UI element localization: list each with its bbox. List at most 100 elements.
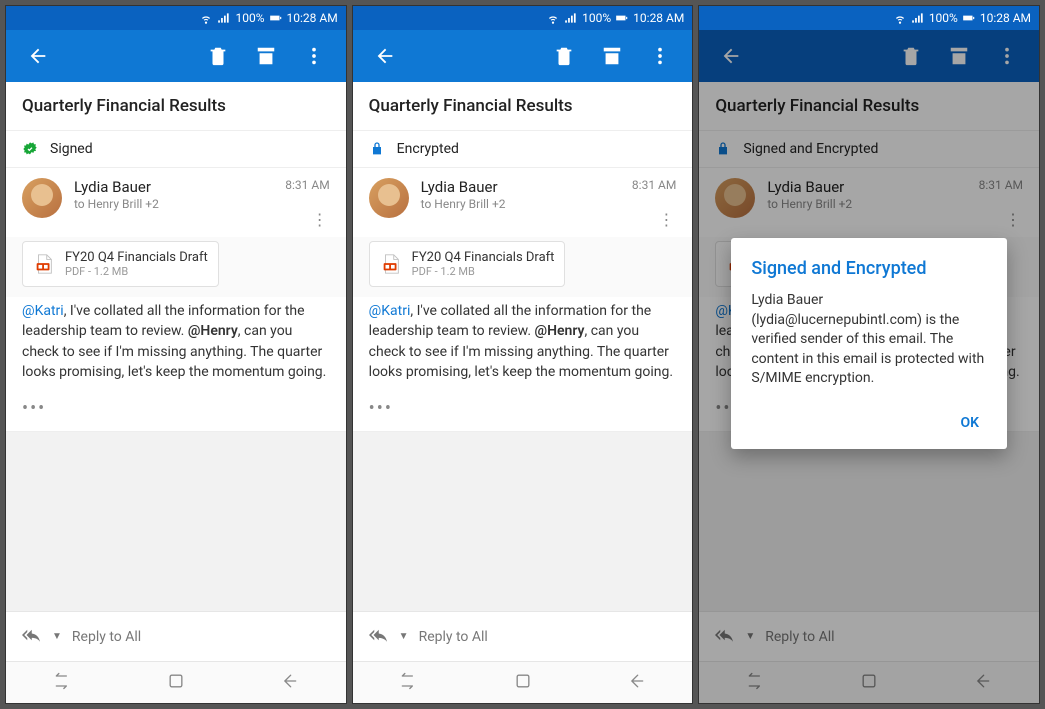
sender-row[interactable]: Lydia Bauer to Henry Brill +2 8:31 AM ⋮ (353, 168, 693, 237)
more-icon (649, 45, 671, 67)
delete-button[interactable] (544, 36, 584, 76)
status-bar: 100% 10:28 AM (353, 6, 693, 30)
nav-recents-button[interactable] (399, 671, 419, 695)
attachment-name: FY20 Q4 Financials Draft (412, 250, 555, 265)
back-icon (374, 45, 396, 67)
app-bar (6, 30, 346, 82)
security-status[interactable]: Encrypted (353, 131, 693, 168)
email-body: @Katri, I've collated all the informatio… (6, 297, 346, 394)
reply-bar[interactable]: ▼ Reply to All (353, 611, 693, 661)
nav-back-button[interactable] (626, 671, 646, 695)
battery-icon (962, 11, 976, 25)
clock-text: 10:28 AM (287, 11, 338, 25)
signal-icon (564, 11, 578, 25)
attachment-chip[interactable]: FY20 Q4 Financials Draft PDF - 1.2 MB (369, 241, 566, 287)
app-bar (353, 30, 693, 82)
dialog-body: Lydia Bauer (lydia@lucernepubintl.com) i… (751, 291, 987, 389)
recipients-summary: to Henry Brill +2 (421, 197, 620, 211)
recents-icon (399, 671, 419, 691)
message-menu-button[interactable]: ⋮ (310, 210, 330, 229)
security-label: Signed (50, 141, 93, 157)
reply-all-icon (367, 626, 389, 648)
nav-home-button[interactable] (166, 671, 186, 695)
empty-area (6, 432, 346, 611)
trash-icon (553, 45, 575, 67)
status-bar: 100% 10:28 AM (6, 6, 346, 30)
phone-panel-encrypted: 100% 10:28 AM Quarterly Financial Result… (352, 5, 694, 704)
attachment-name: FY20 Q4 Financials Draft (65, 250, 208, 265)
expand-quoted-button[interactable]: ••• (353, 394, 693, 432)
nav-home-button[interactable] (513, 671, 533, 695)
nav-back-icon (626, 671, 646, 691)
back-icon (27, 45, 49, 67)
reply-label: Reply to All (72, 629, 141, 645)
back-button[interactable] (365, 36, 405, 76)
android-nav-bar (6, 661, 346, 703)
reply-chevron-down-icon[interactable]: ▼ (399, 631, 409, 642)
archive-button[interactable] (246, 36, 286, 76)
sender-row[interactable]: Lydia Bauer to Henry Brill +2 8:31 AM ⋮ (6, 168, 346, 237)
reply-label: Reply to All (419, 629, 488, 645)
nav-back-button[interactable] (279, 671, 299, 695)
sender-name: Lydia Bauer (74, 178, 273, 196)
trash-icon (207, 45, 229, 67)
recents-icon (53, 671, 73, 691)
email-subject: Quarterly Financial Results (6, 82, 346, 131)
mention-bold[interactable]: @Henry (535, 323, 585, 339)
more-icon (303, 45, 325, 67)
message-menu-button[interactable]: ⋮ (656, 210, 676, 229)
battery-text: 100% (235, 11, 264, 25)
signal-icon (217, 11, 231, 25)
android-nav-bar (353, 661, 693, 703)
wifi-icon (893, 11, 907, 25)
home-icon (166, 671, 186, 691)
clock-text: 10:28 AM (980, 11, 1031, 25)
battery-icon (269, 11, 283, 25)
recipients-summary: to Henry Brill +2 (74, 197, 273, 211)
nav-back-icon (279, 671, 299, 691)
signed-seal-icon (22, 141, 38, 157)
sender-avatar[interactable] (22, 178, 62, 218)
mention-bold[interactable]: @Henry (188, 323, 238, 339)
wifi-icon (546, 11, 560, 25)
home-icon (513, 671, 533, 691)
security-label: Encrypted (397, 141, 459, 157)
battery-text: 100% (582, 11, 611, 25)
reply-all-icon (20, 626, 42, 648)
dialog-ok-button[interactable]: OK (952, 407, 987, 439)
attachment-meta: PDF - 1.2 MB (65, 265, 208, 278)
battery-icon (615, 11, 629, 25)
mention-link[interactable]: @Katri (369, 303, 411, 319)
signal-icon (911, 11, 925, 25)
delete-button[interactable] (198, 36, 238, 76)
more-button[interactable] (294, 36, 334, 76)
archive-icon (601, 45, 623, 67)
back-button[interactable] (18, 36, 58, 76)
phone-panel-signed: 100% 10:28 AM Quarterly Financial Result… (5, 5, 347, 704)
lock-icon (369, 141, 385, 157)
security-dialog: Signed and Encrypted Lydia Bauer (lydia@… (731, 238, 1007, 449)
nav-recents-button[interactable] (53, 671, 73, 695)
empty-area (353, 432, 693, 611)
file-ppt-icon (380, 251, 402, 277)
attachment-chip[interactable]: FY20 Q4 Financials Draft PDF - 1.2 MB (22, 241, 219, 287)
email-subject: Quarterly Financial Results (353, 82, 693, 131)
expand-quoted-button[interactable]: ••• (6, 394, 346, 432)
status-bar: 100% 10:28 AM (699, 6, 1039, 30)
attachment-meta: PDF - 1.2 MB (412, 265, 555, 278)
message-time: 8:31 AM (632, 178, 676, 192)
email-body: @Katri, I've collated all the informatio… (353, 297, 693, 394)
sender-name: Lydia Bauer (421, 178, 620, 196)
more-button[interactable] (640, 36, 680, 76)
phone-panel-dialog: 100% 10:28 AM Quarterly Financial Result… (698, 5, 1040, 704)
sender-avatar[interactable] (369, 178, 409, 218)
reply-chevron-down-icon[interactable]: ▼ (52, 631, 62, 642)
security-status[interactable]: Signed (6, 131, 346, 168)
dialog-title: Signed and Encrypted (751, 258, 987, 279)
archive-button[interactable] (592, 36, 632, 76)
message-time: 8:31 AM (285, 178, 329, 192)
mention-link[interactable]: @Katri (22, 303, 64, 319)
file-ppt-icon (33, 251, 55, 277)
reply-bar[interactable]: ▼ Reply to All (6, 611, 346, 661)
archive-icon (255, 45, 277, 67)
